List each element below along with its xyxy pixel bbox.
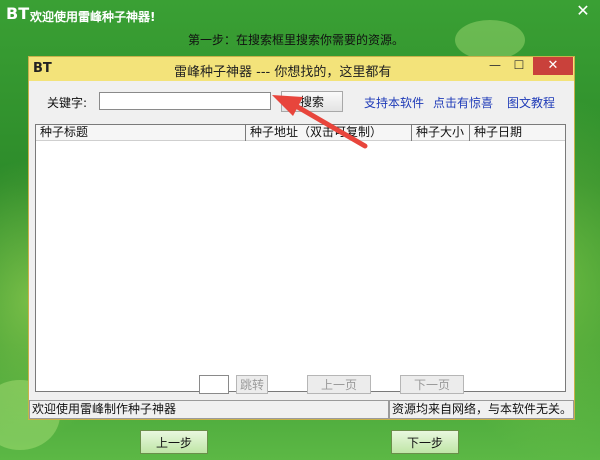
outer-wizard-window: BT 欢迎使用雷峰种子神器! ✕ 第一步：在搜索框里搜索你需要的资源。 BT 雷… [0,0,600,460]
previous-step-button[interactable]: 上一步 [140,430,208,454]
tutorial-link[interactable]: 图文教程 [507,94,555,111]
keyword-search-input[interactable] [99,92,271,110]
outer-window-title: 欢迎使用雷峰种子神器! [30,10,156,24]
support-software-link[interactable]: 支持本软件 [364,94,424,111]
minimize-icon[interactable]: — [483,57,507,75]
surprise-link[interactable]: 点击有惊喜 [433,94,493,111]
table-header: 种子标题 种子地址（双击可复制） 种子大小 种子日期 [36,125,565,141]
app-logo: BT [6,4,30,23]
column-header-size[interactable]: 种子大小 [412,125,470,141]
close-icon[interactable]: ✕ [533,57,573,75]
jump-button[interactable]: 跳转 [236,375,268,394]
status-bar-disclaimer: 资源均来自网络，与本软件无关。 [389,400,574,419]
column-header-title[interactable]: 种子标题 [36,125,246,141]
next-page-button[interactable]: 下一页 [400,375,464,394]
next-step-button[interactable]: 下一步 [391,430,459,454]
previous-page-button[interactable]: 上一页 [307,375,371,394]
status-bar-welcome: 欢迎使用雷峰制作种子神器 [29,400,389,419]
inner-window-title: 雷峰种子神器 --- 你想找的，这里都有 [174,65,392,80]
maximize-icon[interactable]: ☐ [507,57,531,75]
page-number-input[interactable] [199,375,229,394]
column-header-address[interactable]: 种子地址（双击可复制） [246,125,412,141]
search-button[interactable]: 搜索 [281,91,343,112]
column-header-date[interactable]: 种子日期 [470,125,548,141]
outer-close-icon[interactable]: ✕ [570,0,596,22]
outer-titlebar: BT 欢迎使用雷峰种子神器! ✕ [0,0,600,30]
inner-app-logo: BT [33,61,52,76]
step-instruction: 第一步：在搜索框里搜索你需要的资源。 [188,33,405,47]
keyword-label: 关键字: [47,96,88,110]
inner-titlebar: BT 雷峰种子神器 --- 你想找的，这里都有 — ☐ ✕ [29,57,574,81]
main-app-window: BT 雷峰种子神器 --- 你想找的，这里都有 — ☐ ✕ 关键字: 搜索 支持… [28,56,575,420]
results-table[interactable]: 种子标题 种子地址（双击可复制） 种子大小 种子日期 [35,124,566,392]
